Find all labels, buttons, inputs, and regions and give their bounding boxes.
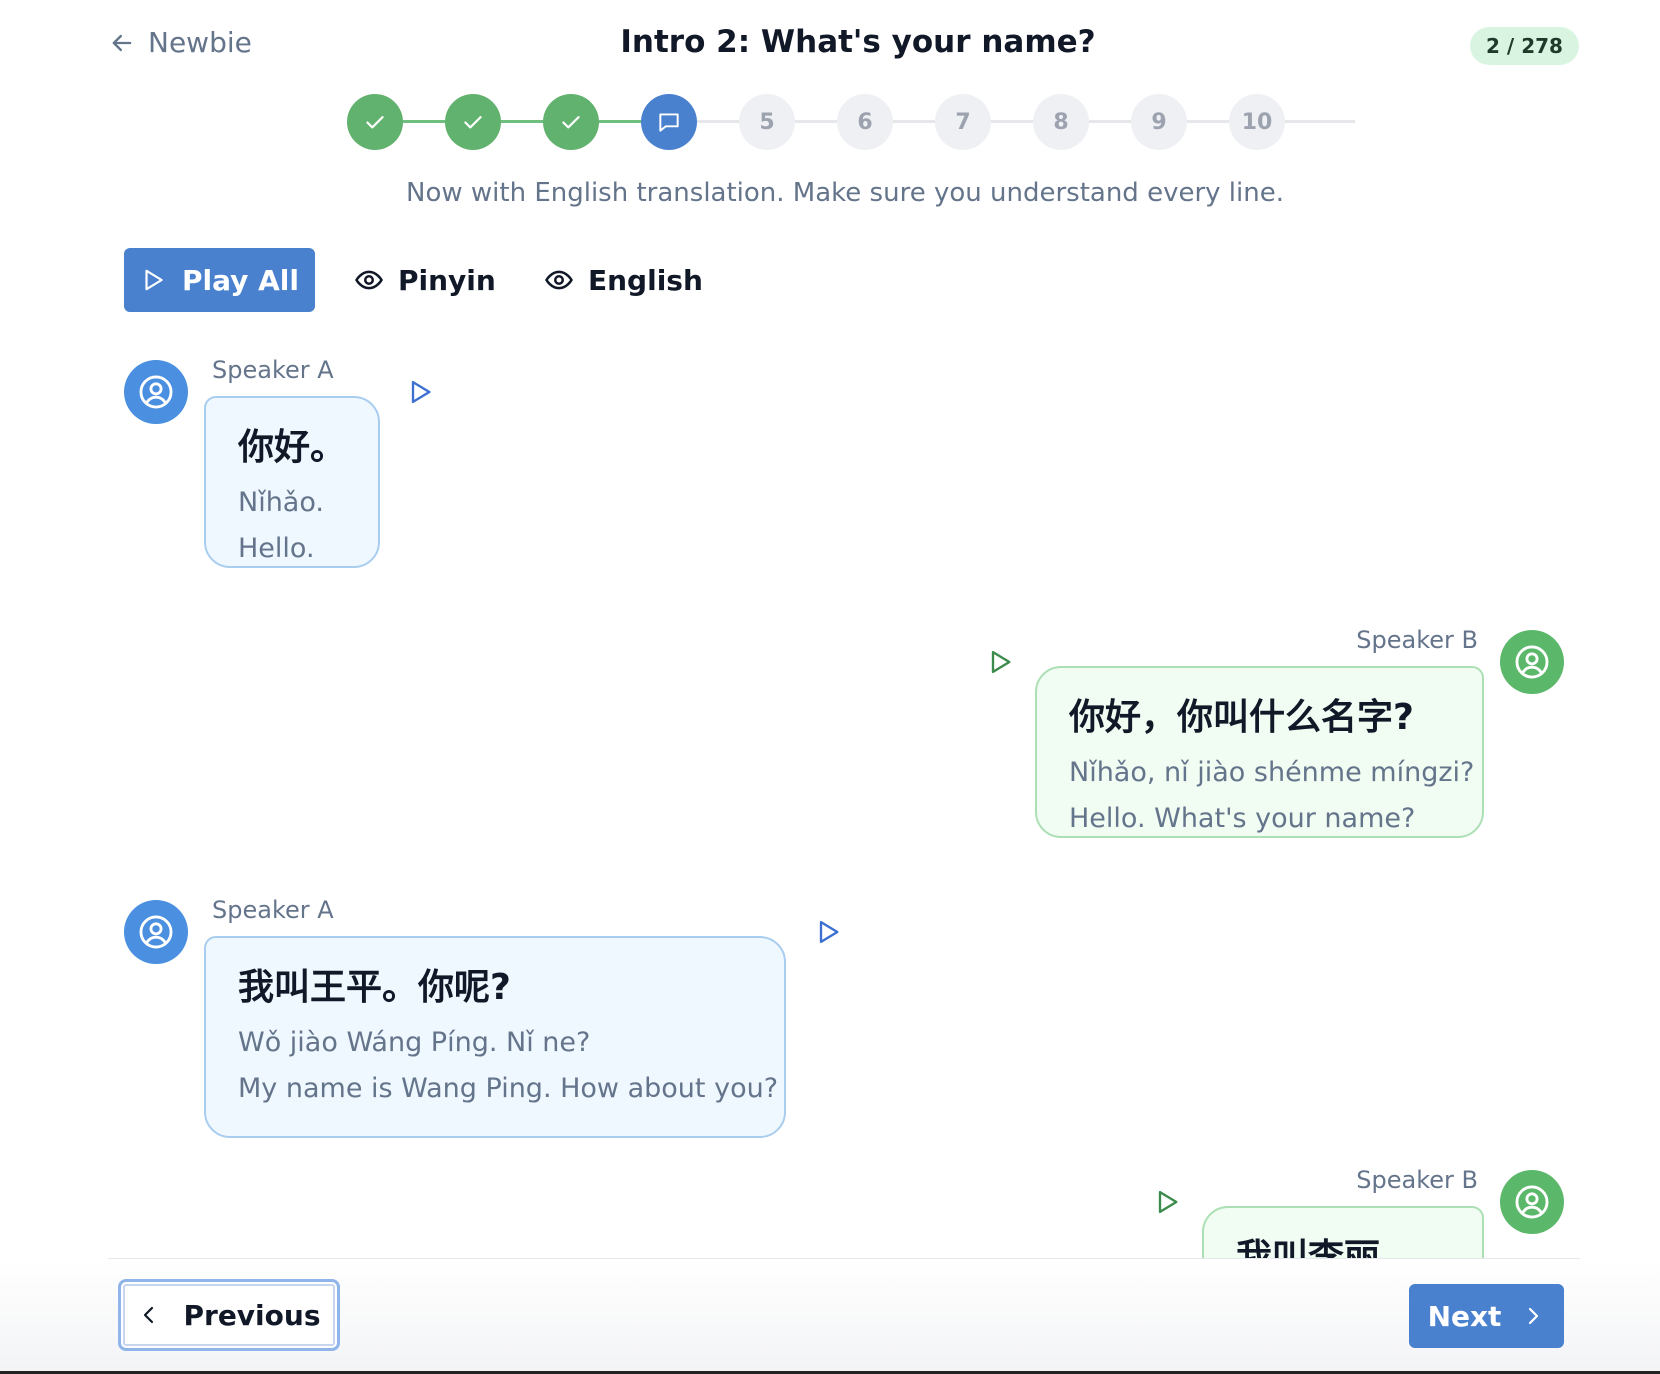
speaker-label: Speaker B: [1356, 1166, 1478, 1194]
check-icon: [464, 116, 482, 129]
step-6[interactable]: 6: [837, 94, 893, 150]
chinese-text: 你好。: [238, 427, 347, 468]
chinese-text: 你好，你叫什么名字?: [1069, 697, 1414, 738]
check-icon: [562, 116, 580, 129]
speaker-b-avatar: [1500, 630, 1564, 694]
chevron-right-icon: [1529, 1307, 1539, 1325]
step-3[interactable]: [543, 94, 599, 150]
english-text: Hello.: [238, 533, 315, 564]
play-icon: [145, 269, 163, 291]
pinyin-text: Nǐhǎo, nǐ jiào shénme míngzi?: [1069, 757, 1475, 788]
speaker-label: Speaker B: [1356, 626, 1478, 654]
chat-bubble-icon: [659, 113, 679, 132]
chinese-text: 我叫王平。你呢?: [238, 967, 511, 1008]
step-7[interactable]: 7: [935, 94, 991, 150]
previous-label: Previous: [183, 1298, 321, 1332]
step-9[interactable]: 9: [1131, 94, 1187, 150]
play-icon: [1158, 1190, 1178, 1214]
previous-button[interactable]: Previous: [118, 1279, 340, 1351]
step-5[interactable]: 5: [739, 94, 795, 150]
dialogue-line[interactable]: 我叫李丽。: [1202, 1206, 1484, 1258]
step-1[interactable]: [347, 94, 403, 150]
play-all-button[interactable]: Play All: [124, 248, 315, 312]
line-play-button[interactable]: [406, 378, 434, 406]
lesson-page: Newbie Intro 2: What's your name? 2 / 27…: [0, 0, 1660, 1374]
next-label: Next: [1427, 1299, 1502, 1333]
speaker-label: Speaker A: [212, 356, 334, 384]
chinese-text: 我叫李丽。: [1236, 1237, 1417, 1258]
step-10[interactable]: 10: [1229, 94, 1285, 150]
check-icon: [366, 116, 384, 129]
pinyin-toggle[interactable]: Pinyin: [354, 256, 496, 304]
speaker-a-avatar: [124, 360, 188, 424]
dialogue-line[interactable]: 我叫王平。你呢? Wǒ jiào Wáng Píng. Nǐ ne? My na…: [204, 936, 786, 1138]
user-circle-icon: [139, 375, 173, 409]
play-icon: [991, 650, 1011, 674]
footer-divider: [108, 1258, 1580, 1259]
step-progress: 5 6 7 8 9 10: [347, 94, 1355, 150]
step-8[interactable]: 8: [1033, 94, 1089, 150]
user-circle-icon: [1515, 1185, 1549, 1219]
step-4[interactable]: [641, 94, 697, 150]
dialogue-list: Speaker A 你好。 Nǐhǎo. Hello. Speaker B 你好…: [108, 340, 1580, 1258]
english-toggle-label: English: [588, 263, 703, 297]
play-icon: [819, 920, 839, 944]
line-play-button[interactable]: [814, 918, 842, 946]
speaker-a-avatar: [124, 900, 188, 964]
english-toggle[interactable]: English: [544, 256, 703, 304]
eye-icon: [545, 270, 573, 290]
eye-icon: [355, 270, 383, 290]
step-instruction: Now with English translation. Make sure …: [406, 178, 1284, 208]
pinyin-text: Nǐhǎo.: [238, 487, 324, 518]
english-text: My name is Wang Ping. How about you?: [238, 1073, 779, 1104]
user-circle-icon: [139, 915, 173, 949]
pinyin-text: Wǒ jiào Wáng Píng. Nǐ ne?: [238, 1027, 591, 1058]
chevron-left-icon: [144, 1306, 154, 1324]
play-all-label: Play All: [181, 263, 300, 297]
dialogue-line[interactable]: 你好。 Nǐhǎo. Hello.: [204, 396, 380, 568]
play-icon: [411, 380, 431, 404]
english-text: Hello. What's your name?: [1069, 803, 1416, 834]
page-title: Intro 2: What's your name?: [620, 24, 1096, 60]
pinyin-toggle-label: Pinyin: [398, 263, 496, 297]
user-circle-icon: [1515, 645, 1549, 679]
dialogue-line[interactable]: 你好，你叫什么名字? Nǐhǎo, nǐ jiào shénme míngzi?…: [1035, 666, 1484, 838]
step-2[interactable]: [445, 94, 501, 150]
line-play-button[interactable]: [1153, 1188, 1181, 1216]
next-button[interactable]: Next: [1409, 1284, 1564, 1348]
progress-badge: 2 / 278: [1470, 27, 1579, 65]
speaker-label: Speaker A: [212, 896, 334, 924]
line-play-button[interactable]: [986, 648, 1014, 676]
speaker-b-avatar: [1500, 1170, 1564, 1234]
